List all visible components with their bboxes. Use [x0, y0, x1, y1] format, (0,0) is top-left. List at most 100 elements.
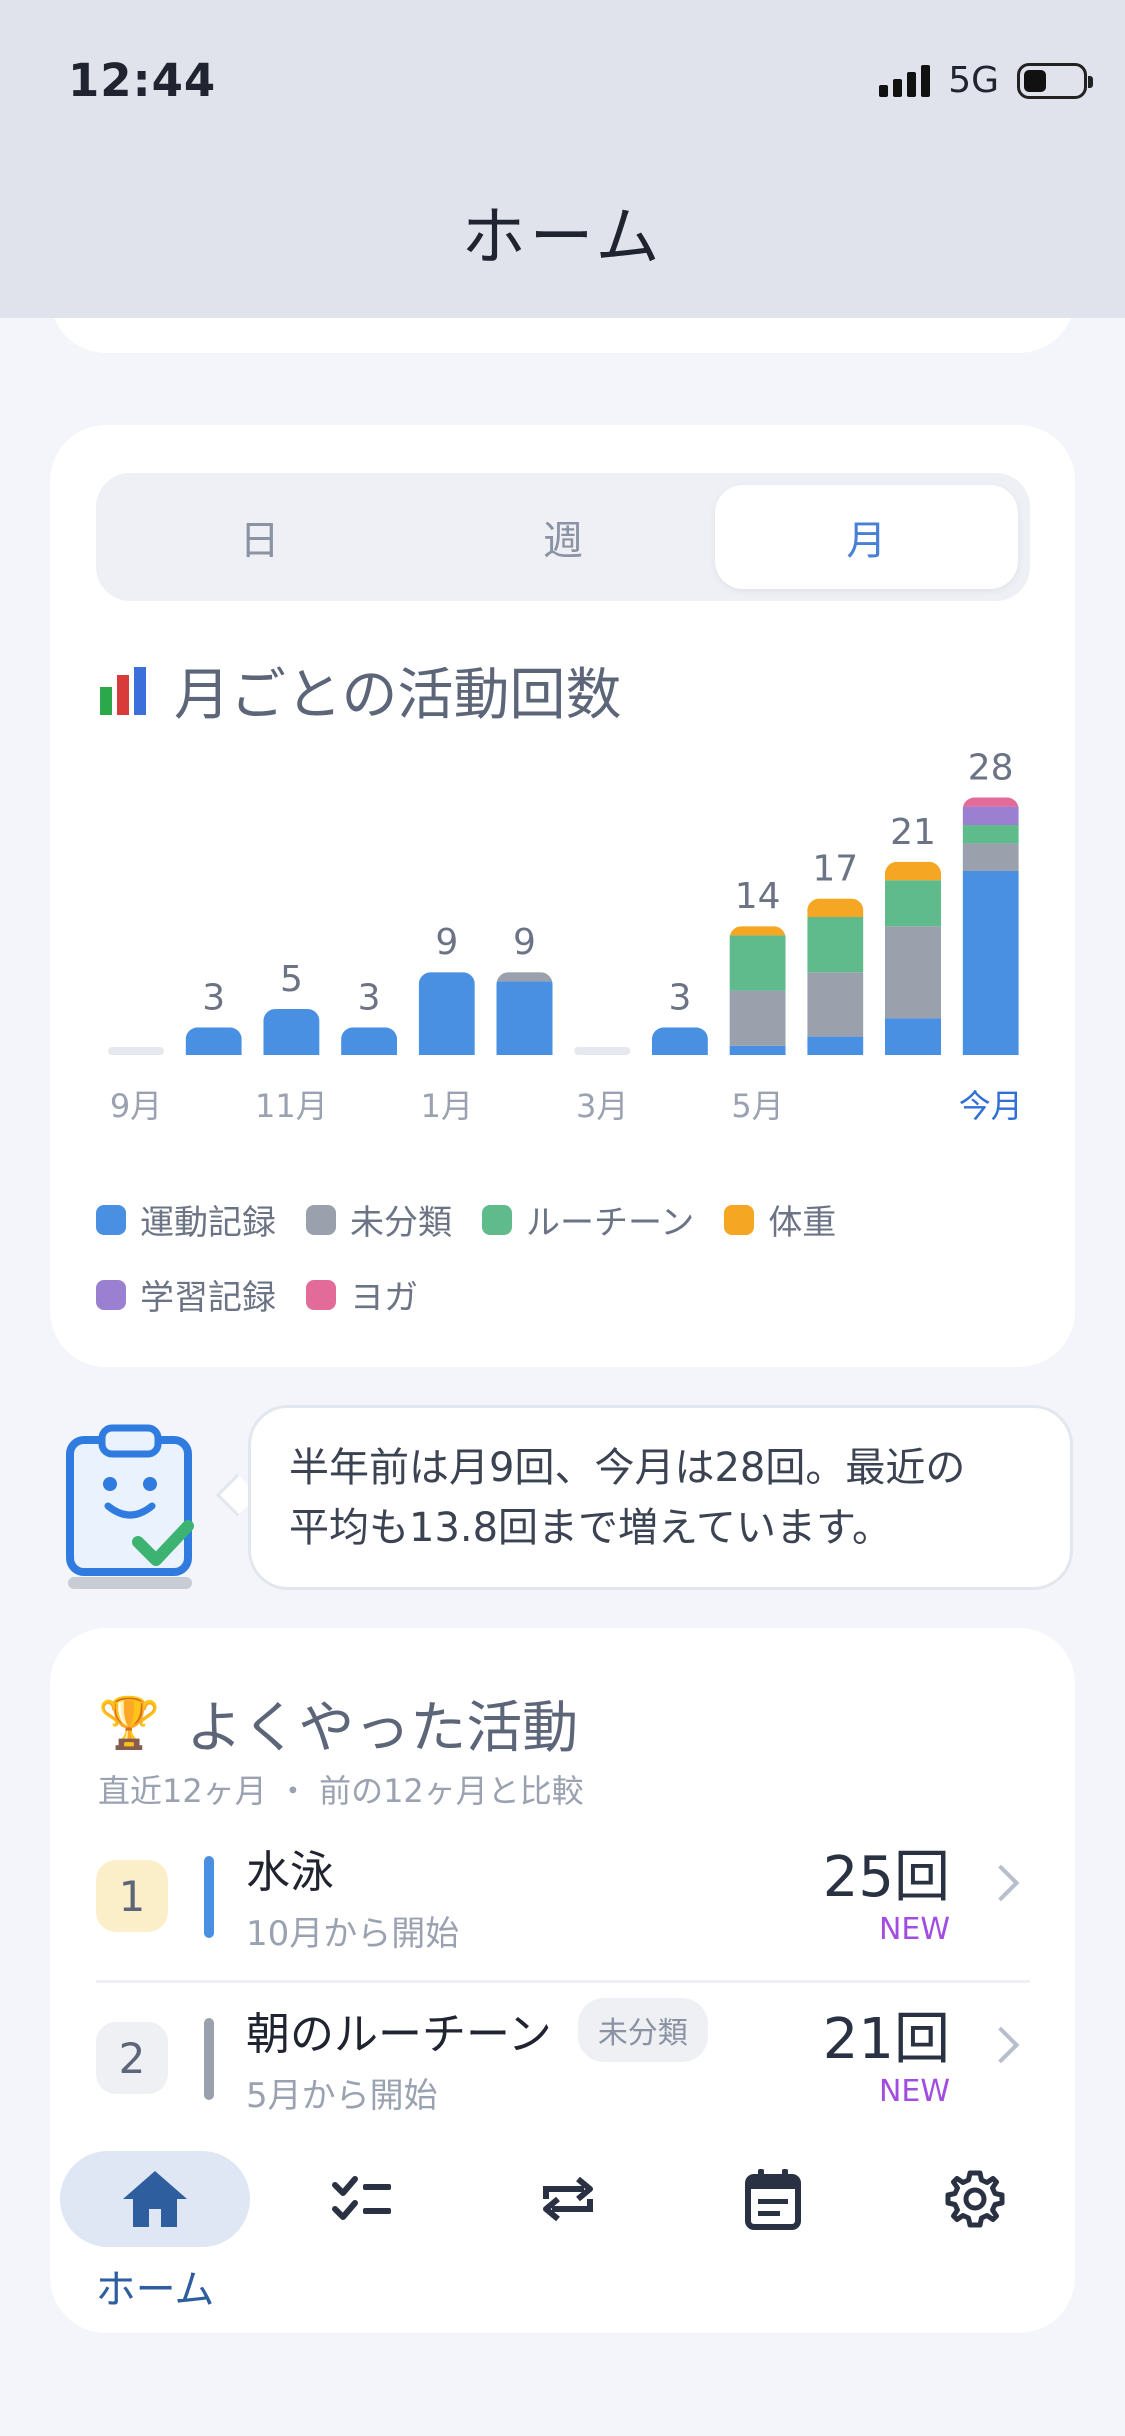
tab-checklist-pill	[268, 2151, 458, 2247]
chart-bar-segment	[807, 917, 864, 973]
monthly-activity-chart: 9月 3 5 11月 3 9 1月 9 3月 3 14 5月 17 21 28 今月	[108, 747, 1023, 1125]
tab-checklist[interactable]	[260, 2151, 465, 2331]
chart-bar-segment	[962, 797, 1019, 807]
chart-tick-label: 11月	[255, 1087, 328, 1125]
bottom-tab-bar: ホーム	[50, 2143, 1075, 2333]
chart-data-label: 28	[968, 747, 1014, 788]
status-indicators: 5G	[879, 60, 1093, 101]
legend-item: 体重	[724, 1195, 836, 1244]
period-segmented-control: 日 週 月	[96, 473, 1030, 601]
new-badge: NEW	[878, 2074, 950, 2109]
legend-swatch	[96, 1279, 126, 1310]
chart-bar-segment	[729, 990, 786, 1046]
gear-icon	[945, 2170, 1005, 2228]
top-activities-heading: 🏆 よくやった活動	[98, 1683, 578, 1764]
checklist-icon	[331, 2176, 391, 2220]
legend-item: 未分類	[306, 1195, 452, 1244]
tab-home[interactable]: ホーム	[50, 2151, 260, 2331]
activity-row[interactable]: 2 朝のルーチーン 未分類 5月から開始 21回 NEW	[96, 1980, 1030, 2130]
tab-routine[interactable]	[465, 2151, 670, 2331]
activity-name: 朝のルーチーン 未分類	[246, 1998, 708, 2062]
chart-bar-segment	[885, 880, 941, 927]
chart-bar-segment	[729, 926, 786, 936]
chart-data-label: 21	[890, 812, 936, 853]
calendar-icon	[744, 2169, 801, 2230]
chart-bar-segment	[651, 1027, 708, 1055]
chart-bar-segment	[962, 843, 1019, 871]
chart-data-label: 5	[280, 959, 303, 1000]
bar-chart-icon	[100, 666, 148, 715]
legend-item: 学習記録	[96, 1270, 276, 1319]
status-time: 12:44	[68, 54, 217, 107]
chart-bar-segment	[885, 861, 941, 881]
new-badge: NEW	[878, 1912, 950, 1947]
tab-home-pill	[60, 2151, 250, 2247]
chart-data-label: 3	[358, 977, 381, 1018]
insight-line-2: 平均も13.8回まで増えています。	[289, 1505, 893, 1551]
chart-data-label: 17	[812, 849, 858, 890]
legend-swatch	[724, 1204, 755, 1235]
tab-routine-pill	[473, 2151, 663, 2247]
tab-settings[interactable]	[875, 2151, 1075, 2331]
activity-color-bar	[204, 1856, 214, 1938]
activity-count: 25回	[822, 1845, 950, 1910]
top-activities-subtitle: 直近12ヶ月 ・ 前の12ヶ月と比較	[98, 1772, 584, 1810]
activity-chart-card: 日 週 月 月ごとの活動回数 9月 3 5 11月 3 9 1月 9 3月 3 14 5月 17 21 28…	[50, 425, 1075, 1367]
legend-swatch	[306, 1279, 336, 1310]
legend-item: 運動記録	[96, 1195, 276, 1244]
rank-badge: 1	[96, 1860, 168, 1932]
segment-week[interactable]: 週	[411, 485, 714, 589]
chart-bar-segment	[807, 898, 864, 917]
legend-item: ルーチーン	[482, 1195, 694, 1244]
chart-bar-segment	[263, 1009, 320, 1055]
activity-name-text: 朝のルーチーン	[246, 2009, 552, 2060]
tab-calendar[interactable]	[670, 2151, 875, 2331]
legend-item: ヨガ	[306, 1270, 418, 1319]
segment-day[interactable]: 日	[108, 485, 411, 589]
activity-since: 5月から開始	[246, 2076, 438, 2116]
legend-swatch	[96, 1204, 126, 1235]
chart-tick-label: 3月	[576, 1087, 628, 1125]
segment-month[interactable]: 月	[714, 485, 1018, 589]
trophy-icon: 🏆	[98, 1694, 161, 1752]
chart-bar-segment	[885, 926, 941, 1019]
chart-tick-label: 5月	[731, 1087, 783, 1125]
activity-row[interactable]: 1 水泳 10月から開始 25回 NEW	[96, 1818, 1030, 1968]
page-title: ホーム	[461, 201, 664, 275]
top-header: 12:44 5G ホーム	[0, 0, 1125, 318]
chart-bar-segment	[807, 1036, 864, 1055]
chart-legend: 運動記録 未分類 ルーチーン 体重学習記録 ヨガ	[96, 1195, 1036, 1319]
chart-bar-segment	[729, 1045, 786, 1055]
chart-tick-label: 1月	[421, 1087, 473, 1125]
chevron-right-icon	[982, 2026, 1020, 2064]
chart-data-label: 3	[668, 977, 691, 1018]
chevron-right-icon	[982, 1864, 1020, 1902]
chart-bar-segment	[341, 1027, 398, 1055]
chart-data-label: 9	[513, 922, 536, 963]
chart-bar-segment	[496, 981, 553, 1055]
battery-icon	[1017, 62, 1093, 99]
chart-bar-segment	[962, 825, 1019, 844]
legend-swatch	[306, 1204, 336, 1235]
legend-label: 体重	[768, 1203, 837, 1243]
tab-calendar-pill	[678, 2151, 868, 2247]
chart-bar-segment	[807, 972, 864, 1037]
legend-label: ルーチーン	[526, 1203, 695, 1243]
category-tag: 未分類	[577, 1998, 708, 2062]
insight-line-1: 半年前は月9回、今月は28回。最近の	[289, 1445, 966, 1491]
insight-bubble: 半年前は月9回、今月は28回。最近の 平均も13.8回まで増えています。	[248, 1405, 1073, 1590]
chart-bar-empty	[108, 1047, 164, 1055]
activity-color-bar	[204, 2018, 214, 2100]
legend-label: 学習記録	[140, 1278, 276, 1318]
top-activities-title: よくやった活動	[186, 1696, 579, 1761]
chart-bar-segment	[962, 871, 1019, 1055]
chart-bar-segment	[729, 935, 786, 991]
chart-data-label: 9	[435, 922, 458, 963]
legend-label: 未分類	[350, 1203, 452, 1243]
tab-settings-pill	[880, 2151, 1070, 2247]
chart-data-label: 14	[735, 876, 781, 917]
chart-bar-segment	[885, 1018, 941, 1055]
activity-count: 21回	[822, 2007, 950, 2072]
chart-data-label: 3	[202, 977, 225, 1018]
legend-label: ヨガ	[350, 1278, 418, 1318]
